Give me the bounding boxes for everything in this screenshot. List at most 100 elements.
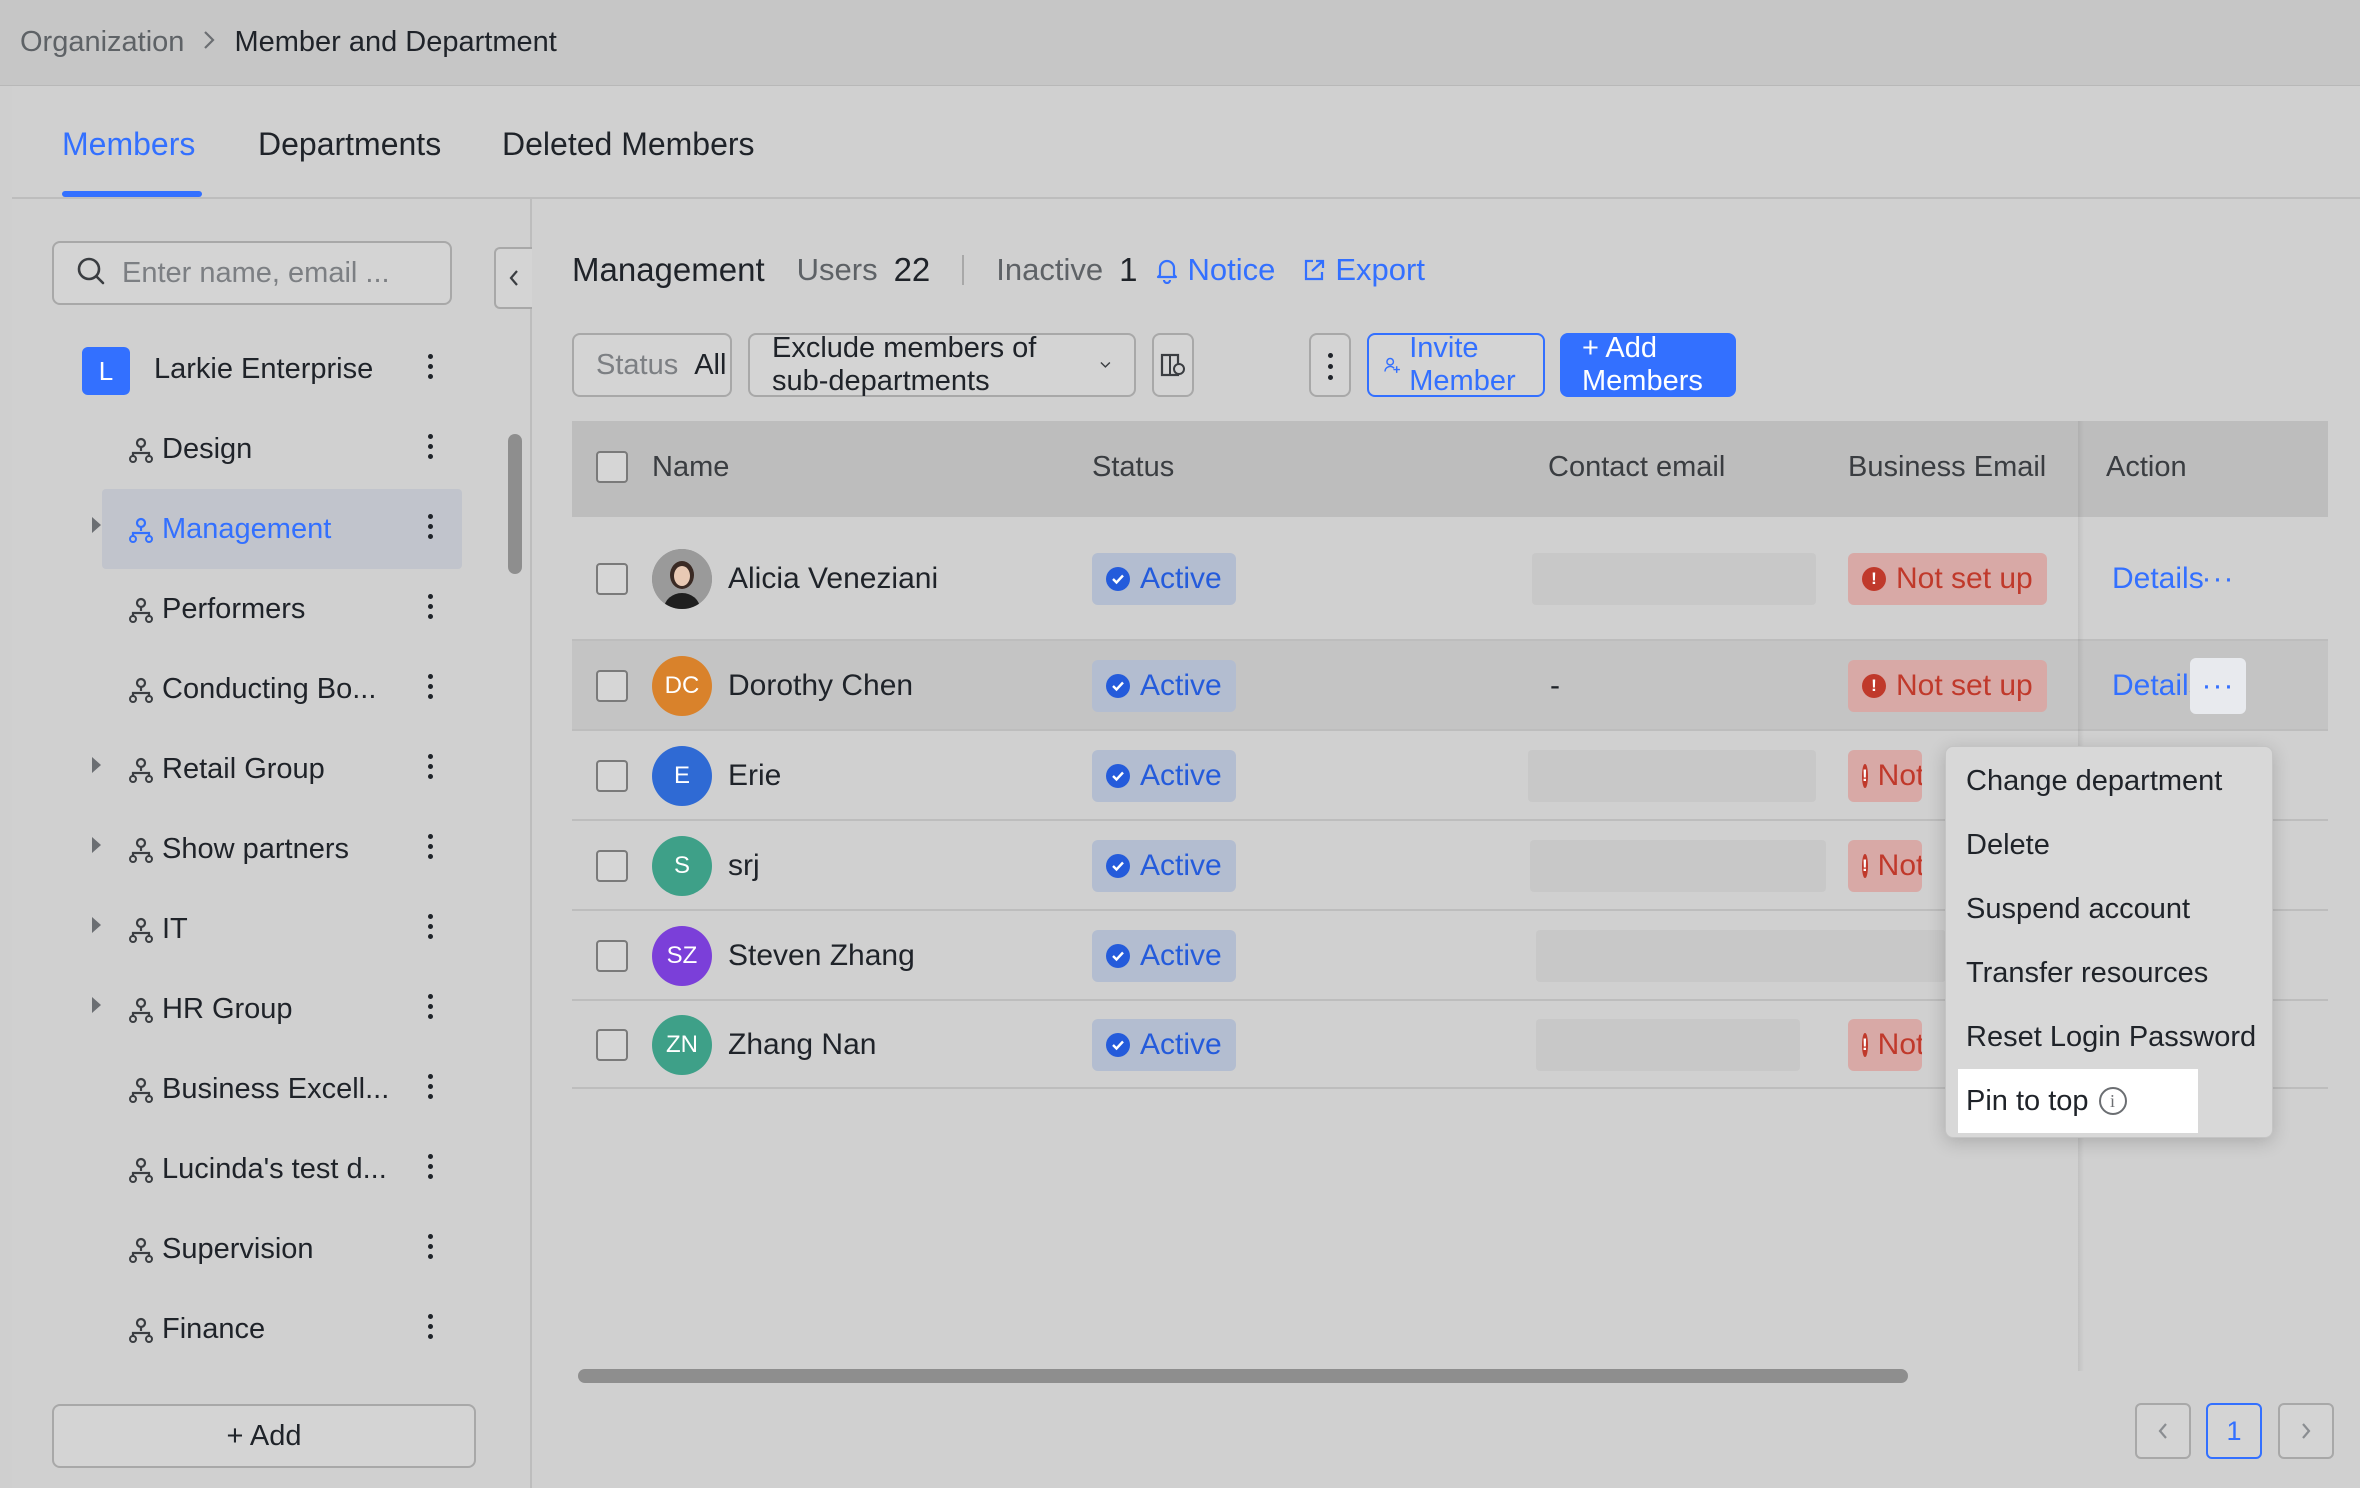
- column-header-status[interactable]: Status: [1092, 451, 1174, 484]
- column-header-name[interactable]: Name: [652, 451, 729, 484]
- row-checkbox[interactable]: [596, 850, 628, 882]
- more-vertical-icon[interactable]: [420, 991, 440, 1027]
- inactive-label: Inactive: [996, 252, 1104, 287]
- sidebar-item-finance[interactable]: Finance: [52, 1289, 472, 1369]
- tree-root-larkie-enterprise[interactable]: L Larkie Enterprise: [52, 329, 472, 409]
- more-horizontal-icon[interactable]: ···: [2190, 551, 2246, 607]
- sidebar-scrollbar[interactable]: [508, 424, 522, 1488]
- prev-page-button[interactable]: [2135, 1403, 2191, 1459]
- avatar[interactable]: DC: [652, 656, 712, 716]
- menu-item-label: Reset Login Password: [1966, 1020, 2257, 1053]
- menu-item-change-department[interactable]: Change department: [1946, 749, 2274, 813]
- org-chart-icon: [128, 1237, 154, 1271]
- expand-caret-icon[interactable]: [92, 837, 101, 853]
- more-vertical-icon[interactable]: [420, 751, 440, 787]
- contact-email: -: [1550, 669, 1560, 702]
- select-all-checkbox[interactable]: [596, 451, 628, 483]
- breadcrumb-root[interactable]: Organization: [20, 26, 184, 59]
- sidebar-item-business-excell[interactable]: Business Excell...: [52, 1049, 472, 1129]
- more-vertical-icon[interactable]: [420, 511, 440, 547]
- row-checkbox[interactable]: [596, 670, 628, 702]
- member-name[interactable]: Steven Zhang: [728, 939, 915, 973]
- table-horizontal-scrollbar[interactable]: [572, 1369, 2328, 1383]
- expand-caret-icon[interactable]: [92, 757, 101, 773]
- sidebar-item-retail-group[interactable]: Retail Group: [52, 729, 472, 809]
- info-icon[interactable]: i: [2098, 1087, 2127, 1115]
- menu-item-pin-to-top[interactable]: Pin to top i: [1958, 1069, 2198, 1133]
- column-header-business-email[interactable]: Business Email: [1848, 451, 2046, 484]
- search-input[interactable]: [122, 256, 442, 290]
- tab-deleted-members[interactable]: Deleted Members: [502, 126, 755, 163]
- row-checkbox[interactable]: [596, 940, 628, 972]
- invite-member-button[interactable]: Invite Member: [1367, 332, 1545, 397]
- sidebar-item-show-partners[interactable]: Show partners: [52, 809, 472, 889]
- row-checkbox[interactable]: [596, 1029, 628, 1061]
- collapse-sidebar-button[interactable]: [494, 247, 532, 309]
- sidebar-item-conducting-bo[interactable]: Conducting Bo...: [52, 649, 472, 729]
- more-vertical-icon[interactable]: [420, 1151, 440, 1187]
- more-vertical-icon[interactable]: [420, 431, 440, 467]
- scope-filter-dropdown[interactable]: Exclude members of sub-departments: [748, 332, 1136, 397]
- status-badge: Active: [1092, 750, 1236, 802]
- more-options-button[interactable]: [1309, 333, 1351, 397]
- table-row[interactable]: DC Dorothy Chen Active -! Not set up Details ·…: [572, 641, 2328, 731]
- sidebar-item-lucinda-s-test-d[interactable]: Lucinda's test d...: [52, 1129, 472, 1209]
- export-link[interactable]: Export: [1301, 252, 1425, 288]
- column-header-contact-email[interactable]: Contact email: [1548, 451, 1725, 484]
- more-vertical-icon[interactable]: [420, 1071, 440, 1107]
- sidebar-item-it[interactable]: IT: [52, 889, 472, 969]
- expand-caret-icon[interactable]: [92, 917, 101, 933]
- next-page-button[interactable]: [2278, 1403, 2334, 1459]
- sidebar-item-hr-group[interactable]: HR Group: [52, 969, 472, 1049]
- add-department-button[interactable]: + Add: [52, 1404, 476, 1468]
- more-vertical-icon[interactable]: [420, 671, 440, 707]
- more-vertical-icon[interactable]: [420, 591, 440, 627]
- search-icon: [76, 256, 106, 291]
- sidebar-item-management[interactable]: Management: [92, 489, 462, 569]
- more-horizontal-icon[interactable]: ···: [2190, 658, 2246, 714]
- org-chart-icon: [128, 837, 154, 871]
- member-name[interactable]: Erie: [728, 759, 781, 793]
- notice-link[interactable]: Notice: [1154, 252, 1275, 288]
- row-checkbox[interactable]: [596, 563, 628, 595]
- avatar[interactable]: SZ: [652, 926, 712, 986]
- divider: [962, 255, 965, 285]
- menu-item-reset-login-password[interactable]: Reset Login Password: [1946, 1005, 2274, 1069]
- org-chart-icon: [128, 1157, 154, 1191]
- org-chart-icon: [128, 517, 154, 551]
- more-vertical-icon[interactable]: [420, 831, 440, 867]
- menu-item-delete[interactable]: Delete: [1946, 813, 2274, 877]
- member-name[interactable]: srj: [728, 849, 760, 883]
- row-checkbox[interactable]: [596, 760, 628, 792]
- menu-item-label: Delete: [1966, 828, 2050, 861]
- avatar[interactable]: [652, 549, 712, 609]
- status-filter-dropdown[interactable]: Status All: [572, 333, 732, 397]
- avatar[interactable]: E: [652, 746, 712, 806]
- tab-departments[interactable]: Departments: [258, 126, 441, 163]
- menu-item-transfer-resources[interactable]: Transfer resources: [1946, 941, 2274, 1005]
- more-vertical-icon[interactable]: [420, 1311, 440, 1347]
- member-name[interactable]: Zhang Nan: [728, 1028, 876, 1062]
- expand-caret-icon[interactable]: [92, 517, 101, 533]
- page-number-current[interactable]: 1: [2206, 1403, 2262, 1459]
- sidebar-item-design[interactable]: Design: [52, 409, 472, 489]
- menu-item-suspend-account[interactable]: Suspend account: [1946, 877, 2274, 941]
- more-vertical-icon[interactable]: [420, 351, 440, 387]
- table-row[interactable]: Alicia Veneziani Active! Not set up Details…: [572, 517, 2328, 641]
- avatar[interactable]: S: [652, 836, 712, 896]
- expand-caret-icon[interactable]: [92, 997, 101, 1013]
- column-settings-button[interactable]: [1152, 333, 1194, 397]
- avatar[interactable]: ZN: [652, 1015, 712, 1075]
- more-vertical-icon[interactable]: [420, 1231, 440, 1267]
- invite-member-label: Invite Member: [1409, 332, 1516, 397]
- more-vertical-icon[interactable]: [420, 911, 440, 947]
- check-circle-icon: [1106, 854, 1130, 878]
- org-badge: L: [82, 347, 130, 395]
- sidebar-item-supervision[interactable]: Supervision: [52, 1209, 472, 1289]
- member-name[interactable]: Dorothy Chen: [728, 669, 913, 703]
- add-members-button[interactable]: + Add Members: [1560, 332, 1736, 397]
- tab-members[interactable]: Members: [62, 126, 195, 163]
- active-tab-indicator: [62, 191, 202, 197]
- sidebar-item-performers[interactable]: Performers: [52, 569, 472, 649]
- member-name[interactable]: Alicia Veneziani: [728, 562, 938, 596]
